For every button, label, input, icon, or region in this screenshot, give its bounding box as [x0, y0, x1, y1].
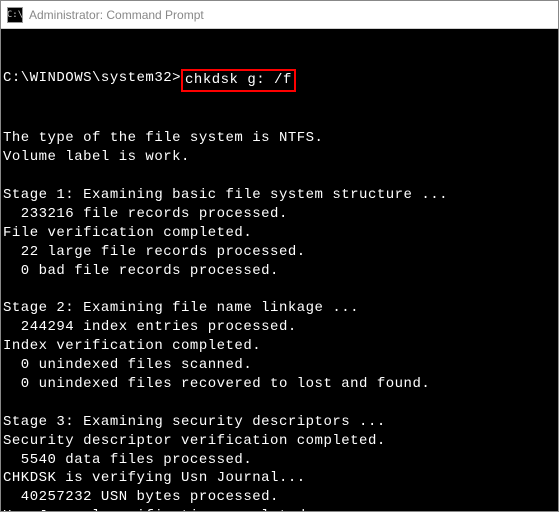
terminal-line: Security descriptor verification complet…	[3, 432, 556, 451]
command-highlight: chkdsk g: /f	[181, 69, 296, 92]
prompt-path: C:\WINDOWS\system32>	[3, 69, 181, 92]
terminal-line: 0 unindexed files recovered to lost and …	[3, 375, 556, 394]
terminal-line: Volume label is work.	[3, 148, 556, 167]
output-lines: The type of the file system is NTFS.Volu…	[3, 129, 556, 511]
terminal-line: CHKDSK is verifying Usn Journal...	[3, 469, 556, 488]
terminal-line	[3, 281, 556, 300]
terminal-line: The type of the file system is NTFS.	[3, 129, 556, 148]
terminal-line: 0 bad file records processed.	[3, 262, 556, 281]
terminal-line: 0 unindexed files scanned.	[3, 356, 556, 375]
terminal-line: Stage 2: Examining file name linkage ...	[3, 299, 556, 318]
terminal-line: Index verification completed.	[3, 337, 556, 356]
terminal-line: Stage 3: Examining security descriptors …	[3, 413, 556, 432]
terminal-line: 233216 file records processed.	[3, 205, 556, 224]
window-titlebar: C:\ Administrator: Command Prompt	[1, 1, 558, 29]
prompt-line: C:\WINDOWS\system32>chkdsk g: /f	[3, 69, 556, 92]
terminal-line: File verification completed.	[3, 224, 556, 243]
terminal-line: Stage 1: Examining basic file system str…	[3, 186, 556, 205]
terminal-output[interactable]: C:\WINDOWS\system32>chkdsk g: /f The typ…	[1, 29, 558, 511]
terminal-line	[3, 394, 556, 413]
terminal-line	[3, 167, 556, 186]
terminal-line: 244294 index entries processed.	[3, 318, 556, 337]
cmd-icon: C:\	[7, 7, 23, 23]
terminal-line: 22 large file records processed.	[3, 243, 556, 262]
window-title: Administrator: Command Prompt	[29, 8, 204, 22]
terminal-line: 5540 data files processed.	[3, 451, 556, 470]
terminal-line: 40257232 USN bytes processed.	[3, 488, 556, 507]
terminal-line: Usn Journal verification completed.	[3, 507, 556, 511]
